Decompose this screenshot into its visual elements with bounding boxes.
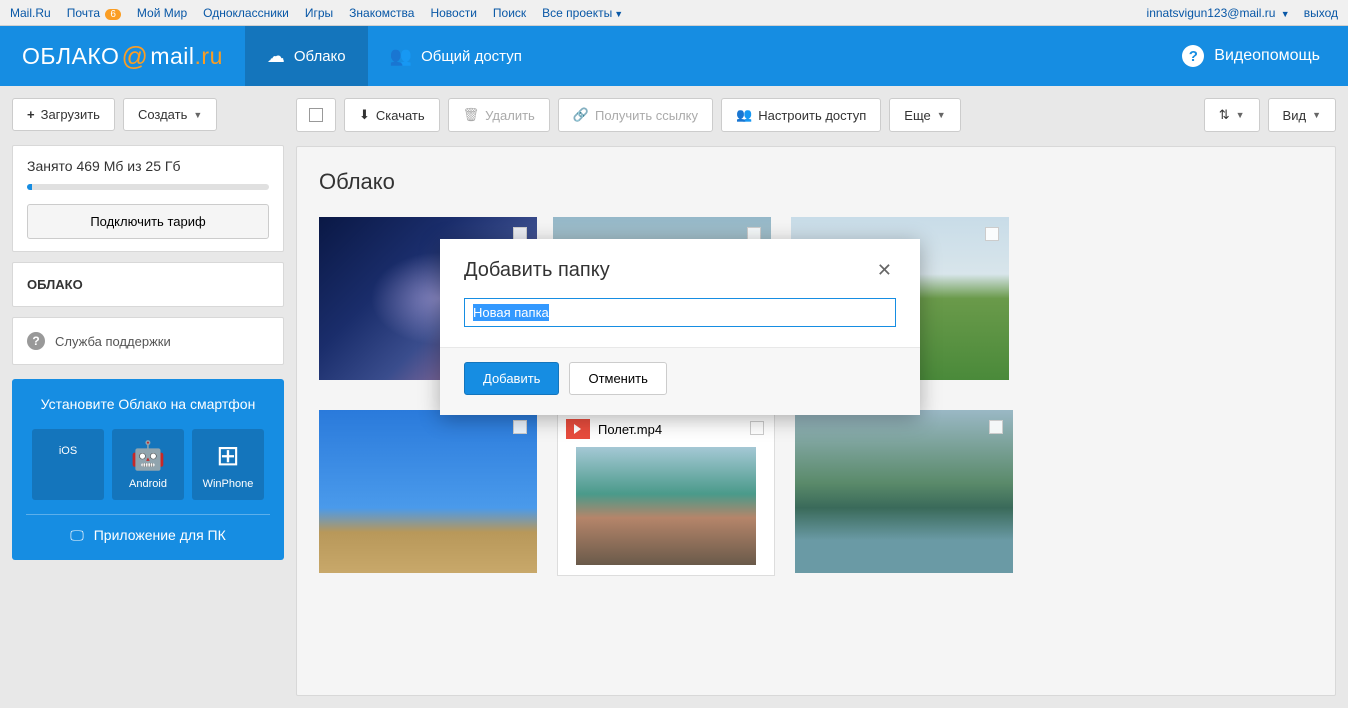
cancel-button[interactable]: Отменить — [569, 362, 666, 395]
topbar-link-ok[interactable]: Одноклассники — [203, 6, 289, 20]
select-all-checkbox[interactable] — [296, 98, 336, 132]
video-icon — [566, 419, 590, 439]
support-link[interactable]: ? Служба поддержки — [12, 317, 284, 365]
tab-shared[interactable]: 👥 Общий доступ — [368, 26, 544, 86]
sort-icon: ⇅ — [1219, 107, 1230, 123]
access-button[interactable]: 👥 Настроить доступ — [721, 98, 881, 132]
topbar-link-search[interactable]: Поиск — [493, 6, 526, 20]
logo[interactable]: ОБЛАКО@mail.ru — [0, 41, 245, 72]
topbar-link-moimir[interactable]: Мой Мир — [137, 6, 187, 20]
sidebar-folder-cloud[interactable]: ОБЛАКО — [12, 262, 284, 307]
topbar-link-mailru[interactable]: Mail.Ru — [10, 6, 51, 20]
folder-name-input[interactable]: Новая папка — [464, 298, 896, 327]
monitor-icon: 🖵 — [70, 527, 84, 544]
download-button[interactable]: ⬇ Скачать — [344, 98, 440, 132]
storage-text: Занято 469 Мб из 25 Гб — [27, 158, 269, 174]
download-icon: ⬇ — [359, 107, 370, 123]
close-icon[interactable]: ✕ — [873, 260, 896, 281]
file-thumb[interactable] — [319, 410, 537, 576]
header: ОБЛАКО@mail.ru ☁ Облако 👥 Общий доступ ?… — [0, 26, 1348, 86]
upload-button[interactable]: + Загрузить — [12, 98, 115, 131]
create-button[interactable]: Создать ▼ — [123, 98, 217, 131]
topbar: Mail.Ru Почта 6 Мой Мир Одноклассники Иг… — [0, 0, 1348, 26]
file-thumb[interactable] — [795, 410, 1013, 576]
link-icon: 🔗 — [573, 107, 589, 123]
pc-app-link[interactable]: 🖵 Приложение для ПК — [26, 527, 270, 544]
topbar-link-news[interactable]: Новости — [430, 6, 476, 20]
add-button[interactable]: Добавить — [464, 362, 559, 395]
windows-icon: ⊞ — [196, 439, 260, 472]
more-button[interactable]: Еще ▼ — [889, 98, 960, 132]
tariff-button[interactable]: Подключить тариф — [27, 204, 269, 239]
topbar-link-mail[interactable]: Почта 6 — [67, 6, 121, 20]
thumb-checkbox[interactable] — [513, 420, 527, 434]
storage-box: Занято 469 Мб из 25 Гб Подключить тариф — [12, 145, 284, 252]
android-icon: 🤖 — [116, 439, 180, 472]
question-icon: ? — [27, 332, 45, 350]
breadcrumb[interactable]: Облако — [319, 169, 1313, 195]
view-button[interactable]: Вид ▼ — [1268, 98, 1336, 132]
logout-link[interactable]: выход — [1304, 6, 1338, 20]
file-area: Облако Полет.mp4 — [296, 146, 1336, 696]
topbar-link-projects[interactable]: Все проекты▼ — [542, 6, 623, 20]
file-thumb-video[interactable]: Полет.mp4 — [557, 410, 775, 576]
thumb-checkbox[interactable] — [750, 421, 764, 435]
thumb-checkbox[interactable] — [989, 420, 1003, 434]
file-name: Полет.mp4 — [598, 422, 662, 437]
promo-box: Установите Облако на смартфон iOS 🤖Andro… — [12, 379, 284, 560]
mail-badge: 6 — [105, 9, 121, 20]
cloud-icon: ☁ — [267, 46, 285, 67]
delete-button[interactable]: 🗑 Удалить — [448, 98, 550, 132]
topbar-link-dating[interactable]: Знакомства — [349, 6, 414, 20]
app-android[interactable]: 🤖Android — [112, 429, 184, 500]
promo-title: Установите Облако на смартфон — [26, 395, 270, 415]
people-icon: 👥 — [390, 46, 412, 67]
help-icon: ? — [1182, 45, 1204, 67]
storage-progress — [27, 184, 269, 190]
app-winphone[interactable]: ⊞WinPhone — [192, 429, 264, 500]
toolbar: ⬇ Скачать 🗑 Удалить 🔗 Получить ссылку 👥 … — [296, 98, 1336, 132]
topbar-link-games[interactable]: Игры — [305, 6, 333, 20]
trash-icon: 🗑 — [463, 107, 480, 123]
people-icon: 👥 — [736, 107, 752, 123]
app-ios[interactable]: iOS — [32, 429, 104, 500]
sort-button[interactable]: ⇅ ▼ — [1204, 98, 1260, 132]
sidebar: + Загрузить Создать ▼ Занято 469 Мб из 2… — [12, 98, 284, 696]
thumb-checkbox[interactable] — [985, 227, 999, 241]
add-folder-modal: Добавить папку ✕ Новая папка Добавить От… — [440, 239, 920, 415]
getlink-button[interactable]: 🔗 Получить ссылку — [558, 98, 713, 132]
video-help[interactable]: ? Видеопомощь — [1182, 45, 1348, 67]
modal-title: Добавить папку — [464, 259, 610, 282]
user-email[interactable]: innatsvigun123@mail.ru ▼ — [1147, 6, 1290, 20]
tab-cloud[interactable]: ☁ Облако — [245, 26, 368, 86]
